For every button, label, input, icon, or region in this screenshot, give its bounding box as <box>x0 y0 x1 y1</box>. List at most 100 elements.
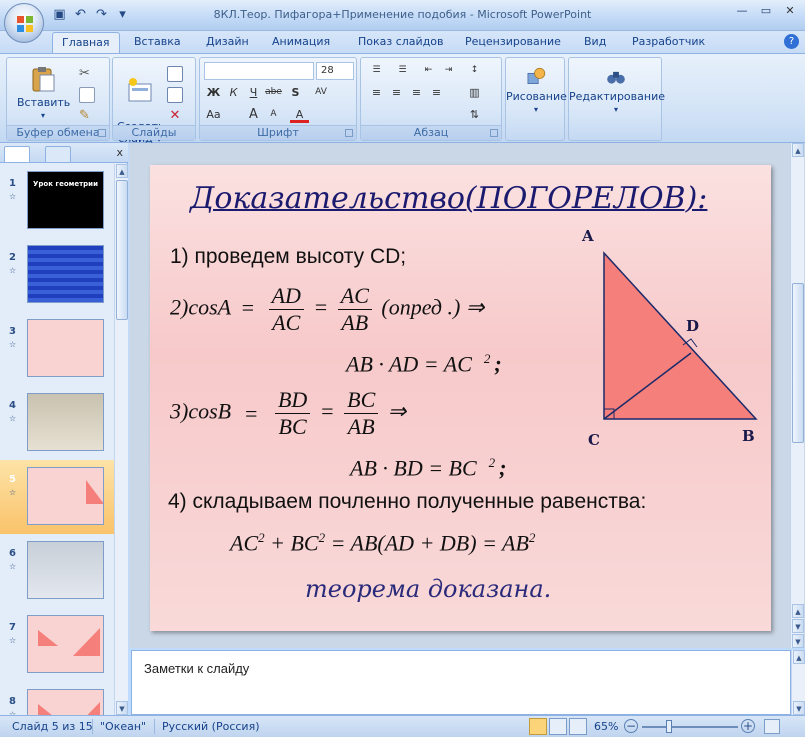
tab-insert[interactable]: Вставка <box>134 35 181 48</box>
language-indicator[interactable]: Русский (Россия) <box>162 720 260 733</box>
scroll-down-icon[interactable]: ▼ <box>116 701 128 715</box>
italic-button[interactable]: К <box>224 84 243 101</box>
slide-thumbnail[interactable]: 1 ☆ Урок геометрии <box>0 164 114 238</box>
change-case-button[interactable]: Aa <box>204 106 223 123</box>
thumbnail-image <box>27 615 104 673</box>
notes-scrollbar[interactable]: ▲ ▼ <box>791 650 805 715</box>
reset-slide-icon[interactable] <box>167 87 183 103</box>
tab-home[interactable]: Главная <box>52 32 120 54</box>
slide-scrollbar[interactable]: ▲ ▲ ▼ ▼ <box>790 143 804 648</box>
increase-indent-icon[interactable]: ⇥ <box>439 62 458 79</box>
slide-title[interactable]: Доказательство(ПОГОРЕЛОВ): <box>190 181 707 216</box>
previous-slide-icon[interactable]: ▲ <box>792 604 804 618</box>
scroll-up-icon[interactable]: ▲ <box>793 650 805 664</box>
tab-slides-view[interactable] <box>4 146 30 162</box>
ribbon: Вставить▾ ✂ ✎ Буфер обмена Создать слайд… <box>0 53 805 145</box>
cosB-equation[interactable]: 3)cosB = BD BC = BC AB ⇒ <box>170 387 406 440</box>
thumbnail-image <box>27 541 104 599</box>
clipboard-launcher-icon[interactable] <box>98 129 106 137</box>
align-center-icon[interactable]: ≡ <box>387 84 406 101</box>
tab-view[interactable]: Вид <box>584 35 606 48</box>
bold-button[interactable]: Ж <box>204 84 223 101</box>
strikethrough-button[interactable]: abe <box>264 84 283 101</box>
zoom-slider[interactable] <box>642 726 738 728</box>
text-direction-icon[interactable]: ⇅ <box>465 106 484 123</box>
zoom-level[interactable]: 65% <box>594 720 618 733</box>
paragraph-launcher-icon[interactable] <box>490 129 498 137</box>
result-2-equation[interactable]: AB · BD = BC 2; <box>350 455 507 481</box>
delete-slide-icon[interactable]: ✕ <box>167 108 183 124</box>
result-1-equation[interactable]: AB · AD = AC 2; <box>346 351 502 377</box>
theme-name[interactable]: "Океан" <box>100 720 146 733</box>
line-spacing-icon[interactable]: ↕ <box>465 62 484 79</box>
window-title: 8КЛ.Теор. Пифагора+Применение подобия - … <box>213 8 592 21</box>
underline-button[interactable]: Ч <box>244 84 263 101</box>
tab-slideshow[interactable]: Показ слайдов <box>358 35 444 48</box>
font-size-combo[interactable]: 28 <box>316 62 354 80</box>
tab-developer[interactable]: Разработчик <box>632 35 705 48</box>
next-slide-icon[interactable]: ▼ <box>792 619 804 633</box>
zoom-slider-thumb[interactable] <box>666 720 672 733</box>
slide-thumbnail[interactable]: 4 ☆ <box>0 386 114 460</box>
close-pane-icon[interactable]: x <box>116 146 123 159</box>
step-1-text[interactable]: 1) проведем высоту CD; <box>170 245 406 269</box>
format-painter-icon[interactable]: ✎ <box>79 108 95 124</box>
slide-thumbnail[interactable]: 6 ☆ <box>0 534 114 608</box>
drawing-button[interactable]: Рисование ▾ <box>506 66 567 116</box>
paste-button[interactable]: Вставить ▾ <box>17 64 70 122</box>
slide-thumbnail[interactable]: 2 ☆ <box>0 238 114 312</box>
bullets-icon[interactable]: ☰ <box>367 62 386 79</box>
minimize-button[interactable]: — <box>731 3 753 21</box>
scroll-up-icon[interactable]: ▲ <box>792 143 804 157</box>
scroll-down-icon[interactable]: ▼ <box>792 634 804 648</box>
thumbnail-image <box>27 245 104 303</box>
close-button[interactable]: ✕ <box>779 3 801 21</box>
scroll-thumb[interactable] <box>116 180 128 320</box>
scroll-down-icon[interactable]: ▼ <box>793 701 805 715</box>
thumbnails-scrollbar[interactable]: ▲ ▼ <box>114 164 128 715</box>
editing-button[interactable]: Редактирование ▾ <box>569 66 665 116</box>
shadow-button[interactable]: S <box>286 84 305 101</box>
fit-to-window-icon[interactable] <box>764 719 780 734</box>
tab-animation[interactable]: Анимация <box>272 35 330 48</box>
scroll-thumb[interactable] <box>792 283 804 443</box>
slide-canvas[interactable]: Доказательство(ПОГОРЕЛОВ): 1) проведем в… <box>150 165 771 631</box>
step-4-text[interactable]: 4) складываем почленно полученные равенс… <box>168 490 646 514</box>
font-name-combo[interactable] <box>204 62 314 80</box>
conclusion-text[interactable]: теорема доказана. <box>305 575 551 603</box>
align-right-icon[interactable]: ≡ <box>407 84 426 101</box>
help-icon[interactable]: ? <box>784 34 799 49</box>
office-button[interactable] <box>4 3 44 43</box>
font-color-button[interactable]: A <box>290 106 309 123</box>
copy-icon[interactable] <box>79 87 95 103</box>
columns-icon[interactable]: ▥ <box>465 84 484 101</box>
slide-thumbnail-selected[interactable]: 5 ☆ <box>0 460 114 534</box>
decrease-indent-icon[interactable]: ⇤ <box>419 62 438 79</box>
shrink-font-button[interactable]: A <box>264 106 283 123</box>
slide-thumbnail[interactable]: 7 ☆ <box>0 608 114 682</box>
font-launcher-icon[interactable] <box>345 129 353 137</box>
final-equation[interactable]: AC2 + BC2 = AB(AD + DB) = AB2 <box>230 530 535 556</box>
triangle-figure[interactable] <box>598 245 762 425</box>
justify-icon[interactable]: ≡ <box>427 84 446 101</box>
scroll-up-icon[interactable]: ▲ <box>116 164 128 178</box>
layout-icon[interactable] <box>167 66 183 82</box>
slide-sorter-icon[interactable] <box>549 718 567 735</box>
tab-review[interactable]: Рецензирование <box>465 35 561 48</box>
tab-design[interactable]: Дизайн <box>206 35 249 48</box>
maximize-button[interactable]: ▭ <box>755 3 777 21</box>
normal-view-icon[interactable] <box>529 718 547 735</box>
cut-icon[interactable]: ✂ <box>79 66 95 82</box>
slide-thumbnail[interactable]: 8 ☆ <box>0 682 114 715</box>
notes-pane[interactable]: Заметки к слайду <box>131 650 791 715</box>
grow-font-button[interactable]: A <box>244 106 263 123</box>
align-left-icon[interactable]: ≡ <box>367 84 386 101</box>
slideshow-view-icon[interactable] <box>569 718 587 735</box>
zoom-out-icon[interactable]: − <box>624 719 638 733</box>
numbering-icon[interactable]: ☰ <box>393 62 412 79</box>
zoom-in-icon[interactable]: + <box>741 719 755 733</box>
char-spacing-button[interactable]: AV <box>306 84 336 101</box>
tab-outline-view[interactable] <box>45 146 71 162</box>
cosA-equation[interactable]: 2)cosA = AD AC = AC AB (опред .) ⇒ <box>170 283 484 336</box>
slide-thumbnail[interactable]: 3 ☆ <box>0 312 114 386</box>
